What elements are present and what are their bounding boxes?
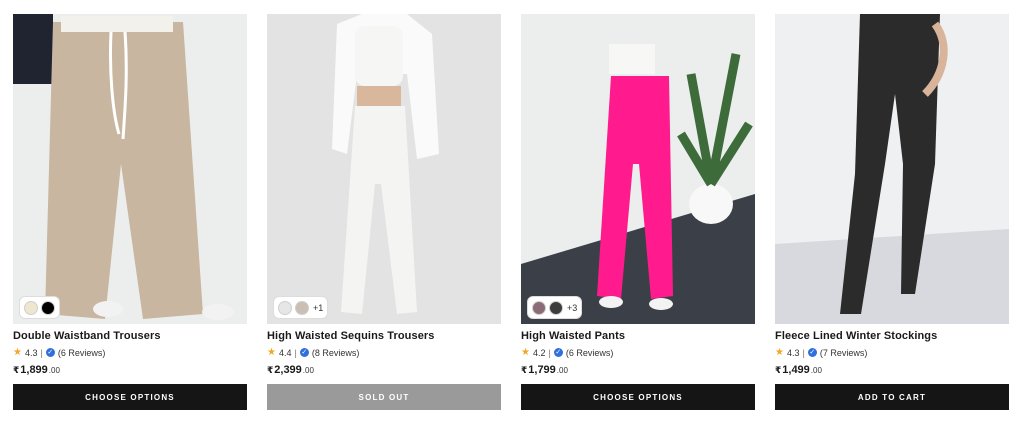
review-count[interactable]: (8 Reviews) xyxy=(312,348,360,358)
currency-symbol: ₹ xyxy=(267,365,274,375)
more-swatches[interactable]: +3 xyxy=(567,303,577,313)
price-value: 1,499 xyxy=(782,364,810,376)
divider: | xyxy=(548,347,551,358)
swatch-beige[interactable] xyxy=(295,300,309,315)
product-grid: Double Waistband Trousers ★ 4.3 | ✓ (6 R… xyxy=(13,14,1009,414)
divider: | xyxy=(802,347,805,358)
product-price: ₹ 2,399 .00 xyxy=(267,364,501,376)
price-decimals: .00 xyxy=(48,366,60,375)
rating-value: 4.3 xyxy=(24,347,38,358)
price-value: 1,899 xyxy=(20,364,48,376)
star-icon: ★ xyxy=(13,347,22,358)
currency-symbol: ₹ xyxy=(521,365,528,375)
product-card[interactable]: Double Waistband Trousers ★ 4.3 | ✓ (6 R… xyxy=(13,14,247,414)
product-card[interactable]: Fleece Lined Winter Stockings ★ 4.3 | ✓ … xyxy=(775,14,1009,414)
swatch-black[interactable] xyxy=(41,300,55,315)
currency-symbol: ₹ xyxy=(775,365,782,375)
product-rating: ★ 4.4 | ✓ (8 Reviews) xyxy=(267,347,501,358)
product-image[interactable]: +3 xyxy=(521,14,755,324)
product-rating: ★ 4.2 | ✓ (6 Reviews) xyxy=(521,347,755,358)
color-swatches[interactable] xyxy=(20,297,59,318)
swatch-cream[interactable] xyxy=(24,300,38,315)
star-icon: ★ xyxy=(521,347,530,358)
divider: | xyxy=(40,347,43,358)
choose-options-button[interactable]: CHOOSE OPTIONS xyxy=(521,384,755,410)
sold-out-button: SOLD OUT xyxy=(267,384,501,410)
product-price: ₹ 1,499 .00 xyxy=(775,364,1009,376)
product-title[interactable]: High Waisted Sequins Trousers xyxy=(267,330,501,342)
color-swatches[interactable]: +1 xyxy=(274,297,328,318)
product-price: ₹ 1,899 .00 xyxy=(13,364,247,376)
review-count[interactable]: (6 Reviews) xyxy=(58,348,106,358)
rating-value: 4.3 xyxy=(786,347,800,358)
price-value: 1,799 xyxy=(528,364,556,376)
price-decimals: .00 xyxy=(810,366,822,375)
product-price: ₹ 1,799 .00 xyxy=(521,364,755,376)
price-value: 2,399 xyxy=(274,364,302,376)
price-decimals: .00 xyxy=(302,366,314,375)
star-icon: ★ xyxy=(267,347,276,358)
product-card[interactable]: +1 High Waisted Sequins Trousers ★ 4.4 |… xyxy=(267,14,501,414)
divider: | xyxy=(294,347,297,358)
product-rating: ★ 4.3 | ✓ (6 Reviews) xyxy=(13,347,247,358)
verified-icon: ✓ xyxy=(807,348,817,357)
product-photo xyxy=(775,14,1009,324)
product-title[interactable]: Double Waistband Trousers xyxy=(13,330,247,342)
product-rating: ★ 4.3 | ✓ (7 Reviews) xyxy=(775,347,1009,358)
product-photo xyxy=(521,14,755,324)
swatch-mauve[interactable] xyxy=(532,300,546,315)
verified-icon: ✓ xyxy=(553,348,563,357)
verified-icon: ✓ xyxy=(299,348,309,357)
product-photo xyxy=(267,14,501,324)
product-image[interactable]: +1 xyxy=(267,14,501,324)
price-decimals: .00 xyxy=(556,366,568,375)
review-count[interactable]: (7 Reviews) xyxy=(820,348,868,358)
swatch-charcoal[interactable] xyxy=(549,300,563,315)
add-to-cart-button[interactable]: ADD TO CART xyxy=(775,384,1009,410)
color-swatches[interactable]: +3 xyxy=(528,297,582,318)
product-image[interactable] xyxy=(775,14,1009,324)
product-title[interactable]: Fleece Lined Winter Stockings xyxy=(775,330,1009,342)
review-count[interactable]: (6 Reviews) xyxy=(566,348,614,358)
product-card[interactable]: +3 High Waisted Pants ★ 4.2 | ✓ (6 Revie… xyxy=(521,14,755,414)
verified-icon: ✓ xyxy=(45,348,55,357)
star-icon: ★ xyxy=(775,347,784,358)
product-image[interactable] xyxy=(13,14,247,324)
rating-value: 4.2 xyxy=(532,347,546,358)
currency-symbol: ₹ xyxy=(13,365,20,375)
product-title[interactable]: High Waisted Pants xyxy=(521,330,755,342)
more-swatches[interactable]: +1 xyxy=(313,303,323,313)
product-photo xyxy=(13,14,247,324)
swatch-white[interactable] xyxy=(278,300,292,315)
rating-value: 4.4 xyxy=(278,347,292,358)
choose-options-button[interactable]: CHOOSE OPTIONS xyxy=(13,384,247,410)
